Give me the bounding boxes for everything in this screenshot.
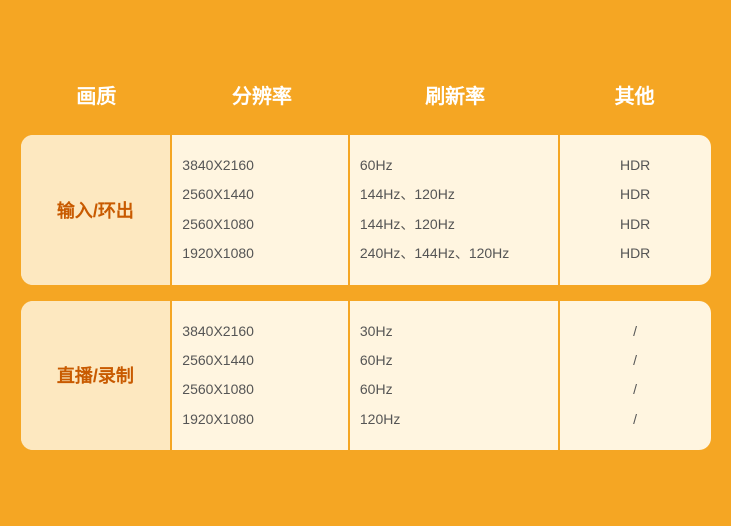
- other-col-2: / / / /: [560, 301, 711, 451]
- ref-1-0: 60Hz: [360, 151, 548, 180]
- ref-1-1: 144Hz、120Hz: [360, 180, 548, 209]
- res-1-0: 3840X2160: [182, 151, 338, 180]
- data-row-1: 输入/环出 3840X2160 2560X1440 2560X1080 1920…: [21, 135, 711, 285]
- quality-label-1: 输入/环出: [21, 135, 173, 285]
- res-2-3: 1920X1080: [182, 405, 338, 434]
- ref-2-1: 60Hz: [360, 346, 548, 375]
- header-row: 画质 分辨率 刷新率 其他: [21, 60, 711, 135]
- data-cells-2: 3840X2160 2560X1440 2560X1080 1920X1080 …: [172, 301, 710, 451]
- header-other: 其他: [559, 72, 711, 117]
- resolution-col-2: 3840X2160 2560X1440 2560X1080 1920X1080: [172, 301, 350, 451]
- main-container: 画质 分辨率 刷新率 其他 输入/环出 3840X2160 2560X1440 …: [21, 60, 711, 466]
- oth-2-1: /: [633, 346, 637, 375]
- section-live-record: 直播/录制 3840X2160 2560X1440 2560X1080 1920…: [21, 301, 711, 451]
- oth-1-0: HDR: [620, 151, 650, 180]
- oth-1-2: HDR: [620, 210, 650, 239]
- refresh-col-2: 30Hz 60Hz 60Hz 120Hz: [350, 301, 560, 451]
- section-input-output: 输入/环出 3840X2160 2560X1440 2560X1080 1920…: [21, 135, 711, 285]
- oth-2-0: /: [633, 317, 637, 346]
- res-2-2: 2560X1080: [182, 375, 338, 404]
- ref-1-3: 240Hz、144Hz、120Hz: [360, 239, 548, 268]
- resolution-col-1: 3840X2160 2560X1440 2560X1080 1920X1080: [172, 135, 350, 285]
- header-refresh: 刷新率: [352, 72, 559, 117]
- quality-label-2: 直播/录制: [21, 301, 173, 451]
- ref-2-3: 120Hz: [360, 405, 548, 434]
- oth-1-3: HDR: [620, 239, 650, 268]
- other-col-1: HDR HDR HDR HDR: [560, 135, 711, 285]
- res-1-3: 1920X1080: [182, 239, 338, 268]
- header-resolution: 分辨率: [172, 72, 351, 117]
- res-2-0: 3840X2160: [182, 317, 338, 346]
- refresh-col-1: 60Hz 144Hz、120Hz 144Hz、120Hz 240Hz、144Hz…: [350, 135, 560, 285]
- data-row-2: 直播/录制 3840X2160 2560X1440 2560X1080 1920…: [21, 301, 711, 451]
- ref-1-2: 144Hz、120Hz: [360, 210, 548, 239]
- oth-2-3: /: [633, 405, 637, 434]
- data-cells-1: 3840X2160 2560X1440 2560X1080 1920X1080 …: [172, 135, 710, 285]
- header-quality: 画质: [21, 72, 173, 117]
- ref-2-2: 60Hz: [360, 375, 548, 404]
- res-1-2: 2560X1080: [182, 210, 338, 239]
- oth-1-1: HDR: [620, 180, 650, 209]
- res-1-1: 2560X1440: [182, 180, 338, 209]
- res-2-1: 2560X1440: [182, 346, 338, 375]
- ref-2-0: 30Hz: [360, 317, 548, 346]
- oth-2-2: /: [633, 375, 637, 404]
